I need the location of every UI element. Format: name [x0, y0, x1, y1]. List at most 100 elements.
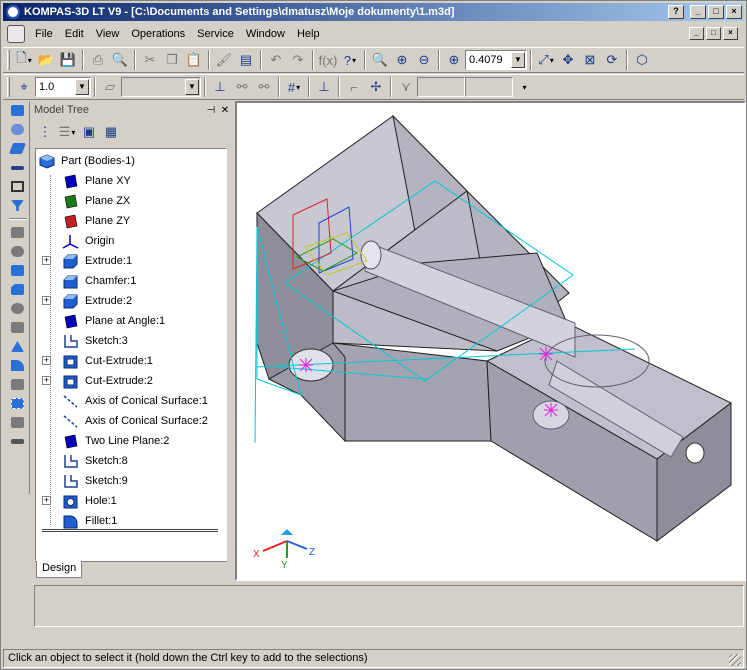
pin-icon[interactable]: ⊣ [204, 105, 218, 116]
menu-window[interactable]: Window [240, 28, 291, 40]
constraints-icon[interactable]: ✢ [365, 76, 387, 98]
model-viewport[interactable]: X Y Z [235, 101, 746, 581]
tree-structure-icon[interactable]: ⋮ [34, 121, 56, 143]
current-step-icon[interactable]: ⌖ [13, 76, 35, 98]
tree-filter-icon[interactable]: ▣ [78, 121, 100, 143]
tree-item[interactable]: Origin [62, 231, 114, 251]
zoom-fit-icon[interactable]: ⊠ [579, 49, 601, 71]
panel-close-icon[interactable]: ✕ [218, 105, 232, 116]
tree-item[interactable]: Plane ZY [62, 211, 130, 231]
zoom-out-icon[interactable]: ⊖ [413, 49, 435, 71]
tree-view-icon[interactable]: ☰ [56, 121, 78, 143]
new-document-icon[interactable]: 🗋 [13, 49, 35, 71]
orthogonal-icon[interactable]: ⊥ [313, 76, 335, 98]
step-combo[interactable]: 1.0 ▼ [35, 77, 91, 97]
mirror-tool-icon[interactable] [8, 413, 28, 432]
tree-item[interactable]: + Hole:1 [42, 491, 117, 511]
tree-item[interactable]: Two Line Plane:2 [62, 431, 169, 451]
expand-icon[interactable]: + [42, 296, 51, 305]
surfaces-icon[interactable] [8, 139, 28, 158]
cut-icon[interactable]: ✂ [139, 49, 161, 71]
save-icon[interactable]: 💾 [57, 49, 79, 71]
tree-item[interactable]: Plane at Angle:1 [62, 311, 165, 331]
doc-restore-button[interactable]: □ [706, 27, 721, 40]
window-help-icon[interactable]: ? [668, 5, 684, 19]
snap-icon[interactable]: ⚯ [231, 76, 253, 98]
minimize-button[interactable]: _ [690, 5, 706, 19]
model-canvas[interactable]: X Y Z [237, 103, 744, 579]
tree-item[interactable]: Fillet:1 [62, 511, 117, 531]
menu-file[interactable]: File [29, 28, 59, 40]
zoom-scale-icon[interactable]: ⊕ [443, 49, 465, 71]
tree-item[interactable]: + Cut-Extrude:2 [42, 371, 153, 391]
orientation-icon[interactable]: ⤢ [535, 49, 557, 71]
paste-icon[interactable]: 📋 [183, 49, 205, 71]
tree-item[interactable]: Axis of Conical Surface:2 [62, 411, 208, 431]
expand-icon[interactable]: + [42, 256, 51, 265]
auxiliary-geometry-icon[interactable] [8, 158, 28, 177]
menu-operations[interactable]: Operations [125, 28, 191, 40]
doc-close-button[interactable]: × [723, 27, 738, 40]
parametric-icon[interactable]: ⌐ [343, 76, 365, 98]
coordinates-icon[interactable]: ⋎ [395, 76, 417, 98]
tree-item[interactable]: Axis of Conical Surface:1 [62, 391, 208, 411]
chevron-down-icon[interactable]: ▼ [185, 79, 199, 95]
loft-tool-icon[interactable] [8, 261, 28, 280]
revolve-tool-icon[interactable] [8, 242, 28, 261]
menu-edit[interactable]: Edit [59, 28, 90, 40]
copy-icon[interactable]: ❐ [161, 49, 183, 71]
zoom-window-icon[interactable]: 🔍 [369, 49, 391, 71]
rotate-icon[interactable]: ⟳ [601, 49, 623, 71]
maximize-button[interactable]: □ [708, 5, 724, 19]
thread-tool-icon[interactable] [8, 432, 28, 451]
toolbar-grip[interactable] [7, 77, 10, 97]
local-cs-icon[interactable]: ⊥ [209, 76, 231, 98]
tree-item[interactable]: + Cut-Extrude:1 [42, 351, 153, 371]
snap-2-icon[interactable]: ⚯ [253, 76, 275, 98]
tree-item[interactable]: + Extrude:2 [42, 291, 132, 311]
redo-icon[interactable]: ↷ [287, 49, 309, 71]
resize-grip[interactable] [729, 654, 741, 666]
draft-tool-icon[interactable] [8, 375, 28, 394]
tree-item[interactable]: + Extrude:1 [42, 251, 132, 271]
menu-view[interactable]: View [90, 28, 126, 40]
variables-icon[interactable]: f(x) [317, 49, 339, 71]
undo-icon[interactable]: ↶ [265, 49, 287, 71]
whats-this-icon[interactable]: ? [339, 49, 361, 71]
extrude-tool-icon[interactable] [8, 223, 28, 242]
print-icon[interactable]: ⎙ [87, 49, 109, 71]
part-model[interactable] [256, 114, 732, 543]
close-button[interactable]: × [726, 5, 742, 19]
doc-minimize-button[interactable]: _ [689, 27, 704, 40]
menu-help[interactable]: Help [291, 28, 326, 40]
zoom-in-icon[interactable]: ⊕ [391, 49, 413, 71]
expand-icon[interactable]: + [42, 356, 51, 365]
properties-icon[interactable]: 🖌 [213, 49, 235, 71]
tree-item[interactable]: Chamfer:1 [62, 271, 136, 291]
tree-item[interactable]: Sketch:9 [62, 471, 128, 491]
document-icon[interactable] [7, 25, 25, 43]
display-mode-icon[interactable]: ⬡ [631, 49, 653, 71]
spatial-curves-icon[interactable] [8, 120, 28, 139]
editing-part-icon[interactable] [8, 101, 28, 120]
title-bar[interactable]: KOMPAS-3D LT V9 - [C:\Documents and Sett… [3, 3, 744, 21]
pattern-tool-icon[interactable] [8, 394, 28, 413]
tree-item[interactable]: Sketch:8 [62, 451, 128, 471]
toolbar-grip[interactable] [7, 50, 10, 70]
chamfer-tool-icon[interactable] [8, 280, 28, 299]
tab-design[interactable]: Design [36, 561, 83, 578]
expand-icon[interactable]: + [42, 376, 51, 385]
layers-icon[interactable]: ▱ [99, 76, 121, 98]
grid-icon[interactable]: # [283, 76, 305, 98]
layer-combo[interactable]: ▼ [121, 77, 201, 97]
coord-dropdown-icon[interactable] [513, 76, 535, 98]
expand-icon[interactable]: + [42, 496, 51, 505]
tree-item[interactable]: Plane ZX [62, 191, 130, 211]
kompas-app-icon[interactable] [6, 5, 20, 19]
chevron-down-icon[interactable]: ▼ [75, 79, 89, 95]
tree-root[interactable]: Part (Bodies-1) [38, 151, 135, 171]
list-icon[interactable]: ▤ [235, 49, 257, 71]
open-icon[interactable]: 📂 [35, 49, 57, 71]
coord-y-field[interactable] [465, 77, 513, 97]
print-preview-icon[interactable]: 🔍 [109, 49, 131, 71]
